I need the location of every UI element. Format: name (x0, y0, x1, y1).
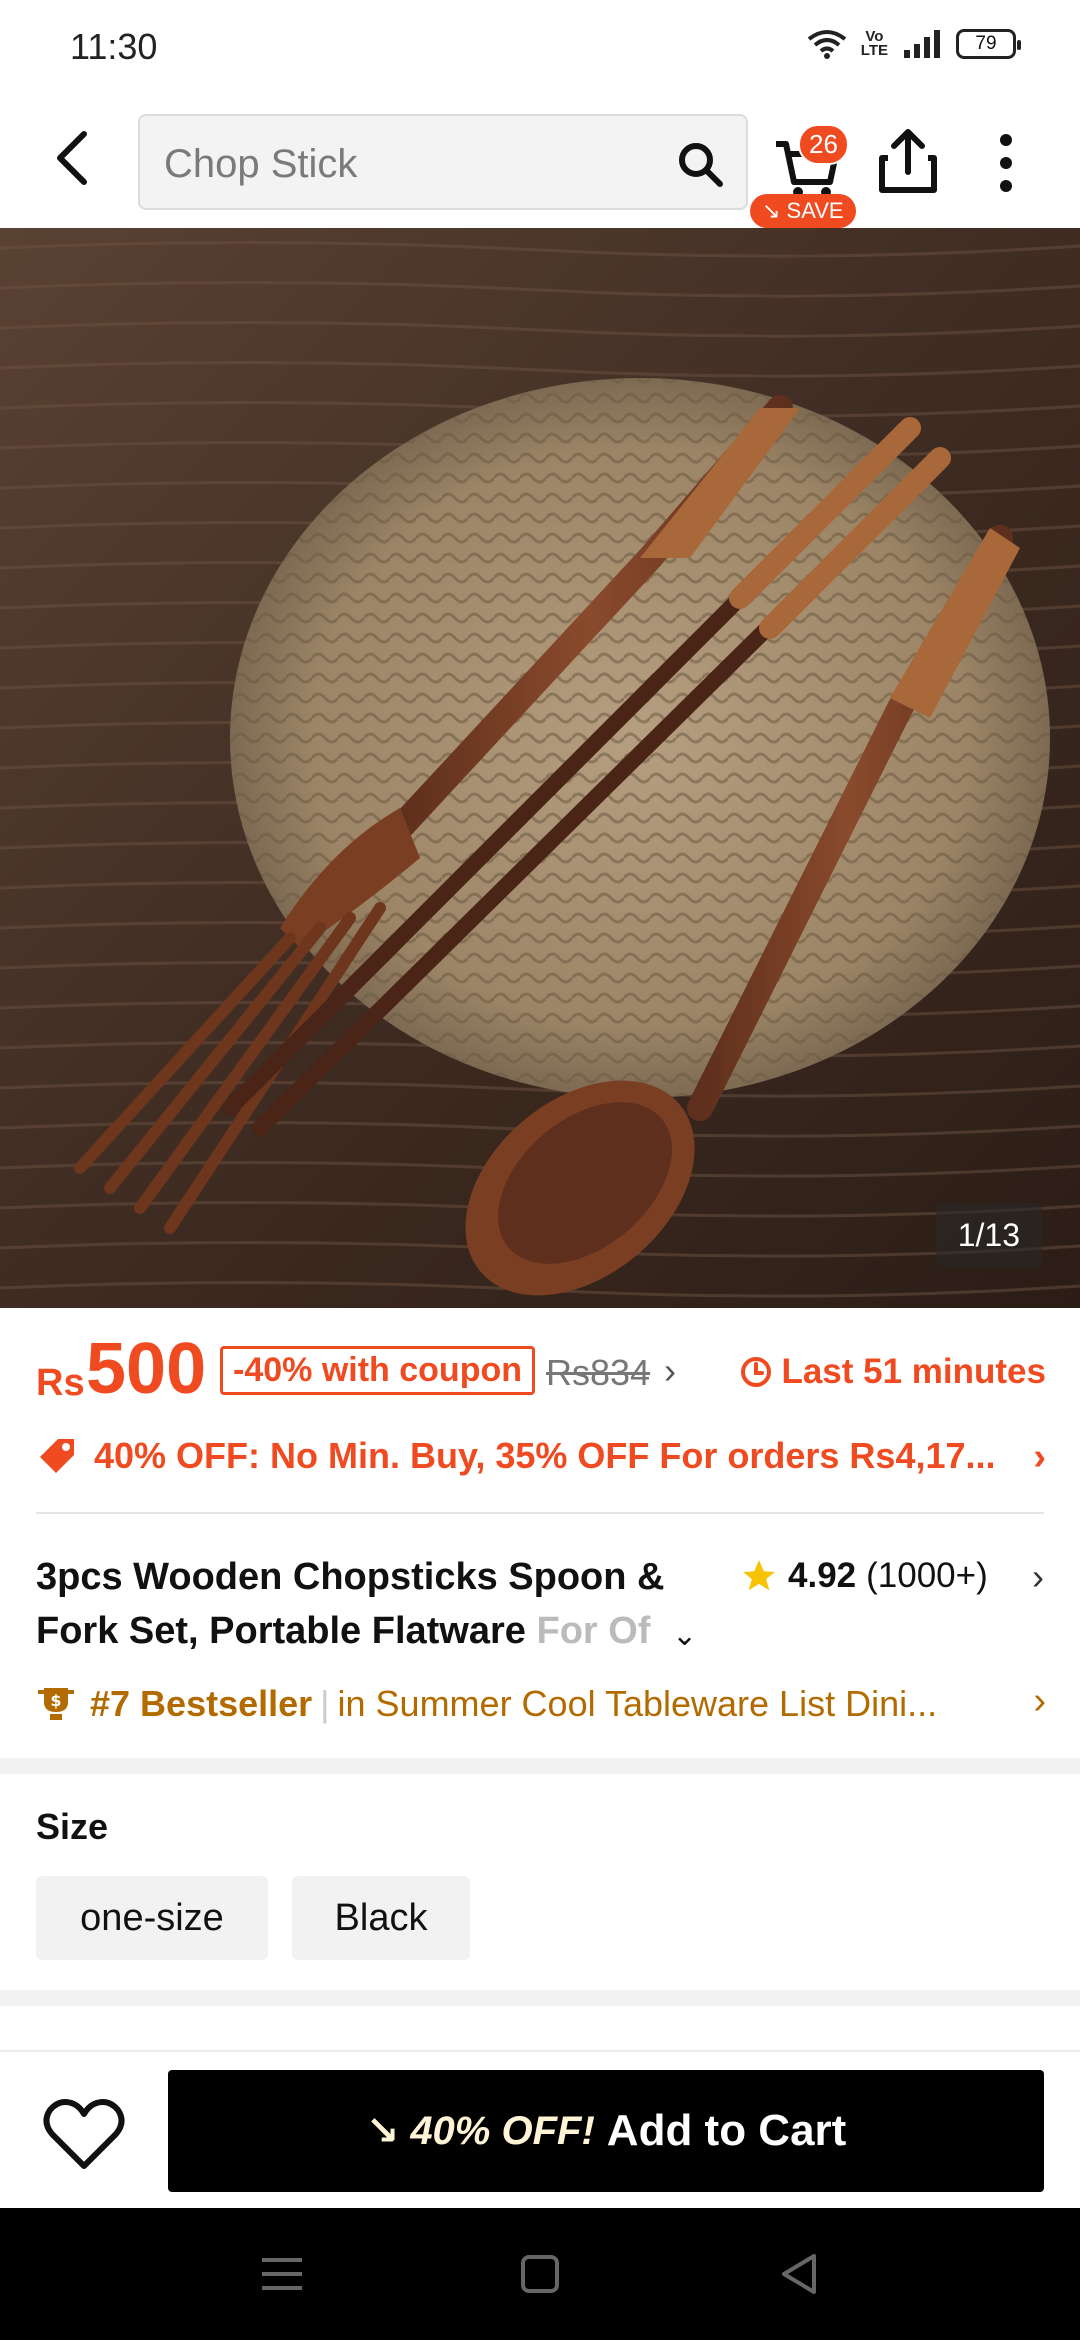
signal-icon (904, 30, 940, 58)
status-time: 11:30 (70, 26, 158, 67)
coupon-badge: -40% with coupon (220, 1346, 535, 1395)
rating-score: 4.92 (788, 1556, 857, 1595)
size-option-black[interactable]: Black (292, 1876, 470, 1960)
cart-count-badge: 26 (798, 124, 849, 165)
bestseller-rank: #7 Bestseller (90, 1683, 313, 1724)
share-button[interactable] (876, 126, 940, 196)
menu-icon[interactable] (252, 2248, 312, 2300)
section-divider (0, 1990, 1080, 2006)
bestseller-banner[interactable]: $ #7 Bestseller | in Summer Cool Tablewa… (36, 1676, 1046, 1732)
product-photo (0, 228, 1080, 1308)
more-options-button[interactable] (986, 128, 1026, 198)
clock-icon (741, 1357, 772, 1387)
save-label: SAVE (786, 198, 844, 223)
cta-discount: ↘ 40% OFF! (365, 2109, 595, 2153)
more-dot (1000, 180, 1012, 192)
chevron-right-icon: › (1033, 1436, 1046, 1478)
chevron-right-icon: › (1033, 1680, 1046, 1722)
trophy-icon: $ (38, 1688, 74, 1720)
bestseller-list: in Summer Cool Tableware List Dini... (337, 1683, 938, 1724)
chevron-right-icon[interactable]: › (664, 1350, 676, 1392)
save-badge: ↘ SAVE (750, 194, 856, 228)
share-icon (879, 129, 937, 193)
back-nav-icon[interactable] (770, 2248, 830, 2300)
chevron-left-icon (57, 131, 87, 185)
size-option-one-size[interactable]: one-size (36, 1876, 268, 1960)
size-label: Size (36, 1806, 109, 1847)
sale-price: 500 (86, 1329, 207, 1409)
heart-icon[interactable] (42, 2096, 126, 2172)
rating-summary[interactable]: 4.92 (1000+) (740, 1556, 988, 1596)
more-dot (1000, 134, 1012, 146)
review-count: (1000+) (866, 1556, 988, 1595)
price-row: Rs 500 -40% with coupon Rs834 › Last 51 … (36, 1328, 1046, 1409)
chevron-right-icon[interactable]: › (1032, 1556, 1044, 1598)
status-icons: Vo LTE 79 (807, 28, 1021, 60)
volte-icon: Vo LTE (860, 28, 888, 59)
more-dot (1000, 157, 1012, 169)
battery-icon: 79 (956, 29, 1021, 59)
wifi-icon (807, 30, 847, 59)
original-price[interactable]: Rs834 (546, 1352, 650, 1394)
cart-button[interactable]: 26 ↘ SAVE (750, 112, 862, 228)
search-icon[interactable] (676, 140, 724, 188)
chevron-down-icon[interactable]: ⌄ (672, 1618, 697, 1653)
divider (36, 1512, 1044, 1514)
cta-discount-text: 40% OFF! (410, 2109, 595, 2153)
price-currency: Rs (36, 1362, 85, 1404)
battery-level: 79 (975, 33, 997, 54)
promo-text: 40% OFF: No Min. Buy, 35% OFF For orders… (94, 1435, 996, 1476)
bottom-action-bar: ↘ 40% OFF! Add to Cart (0, 2050, 1080, 2208)
home-icon[interactable] (510, 2248, 570, 2300)
search-header: Chop Stick 26 ↘ SAVE (0, 96, 1080, 228)
title-line-1: 3pcs Wooden Chopsticks Spoon & (36, 1556, 665, 1598)
timer-text: Last 51 minutes (781, 1352, 1046, 1391)
product-title[interactable]: 3pcs Wooden Chopsticks Spoon & Fork Set,… (36, 1550, 736, 1658)
search-input[interactable]: Chop Stick (138, 114, 748, 210)
status-bar: 11:30 Vo LTE 79 (0, 0, 1080, 96)
section-divider (0, 1758, 1080, 1774)
image-counter: 1/13 (935, 1203, 1042, 1268)
star-icon (743, 1560, 775, 1591)
product-image[interactable]: 1/13 (0, 228, 1080, 1308)
back-button[interactable] (40, 126, 104, 190)
system-nav-bar (0, 2208, 1080, 2340)
svg-text:$: $ (50, 1691, 61, 1710)
tag-icon (40, 1439, 74, 1473)
add-to-cart-button[interactable]: ↘ 40% OFF! Add to Cart (168, 2070, 1044, 2192)
search-query: Chop Stick (164, 142, 358, 186)
sale-timer: Last 51 minutes (739, 1352, 1046, 1392)
promo-banner[interactable]: 40% OFF: No Min. Buy, 35% OFF For orders… (36, 1424, 1046, 1488)
title-truncated: For Of (536, 1610, 651, 1652)
separator: | (320, 1683, 330, 1724)
cta-label: Add to Cart (606, 2106, 847, 2155)
title-line-2: Fork Set, Portable Flatware (36, 1610, 537, 1652)
